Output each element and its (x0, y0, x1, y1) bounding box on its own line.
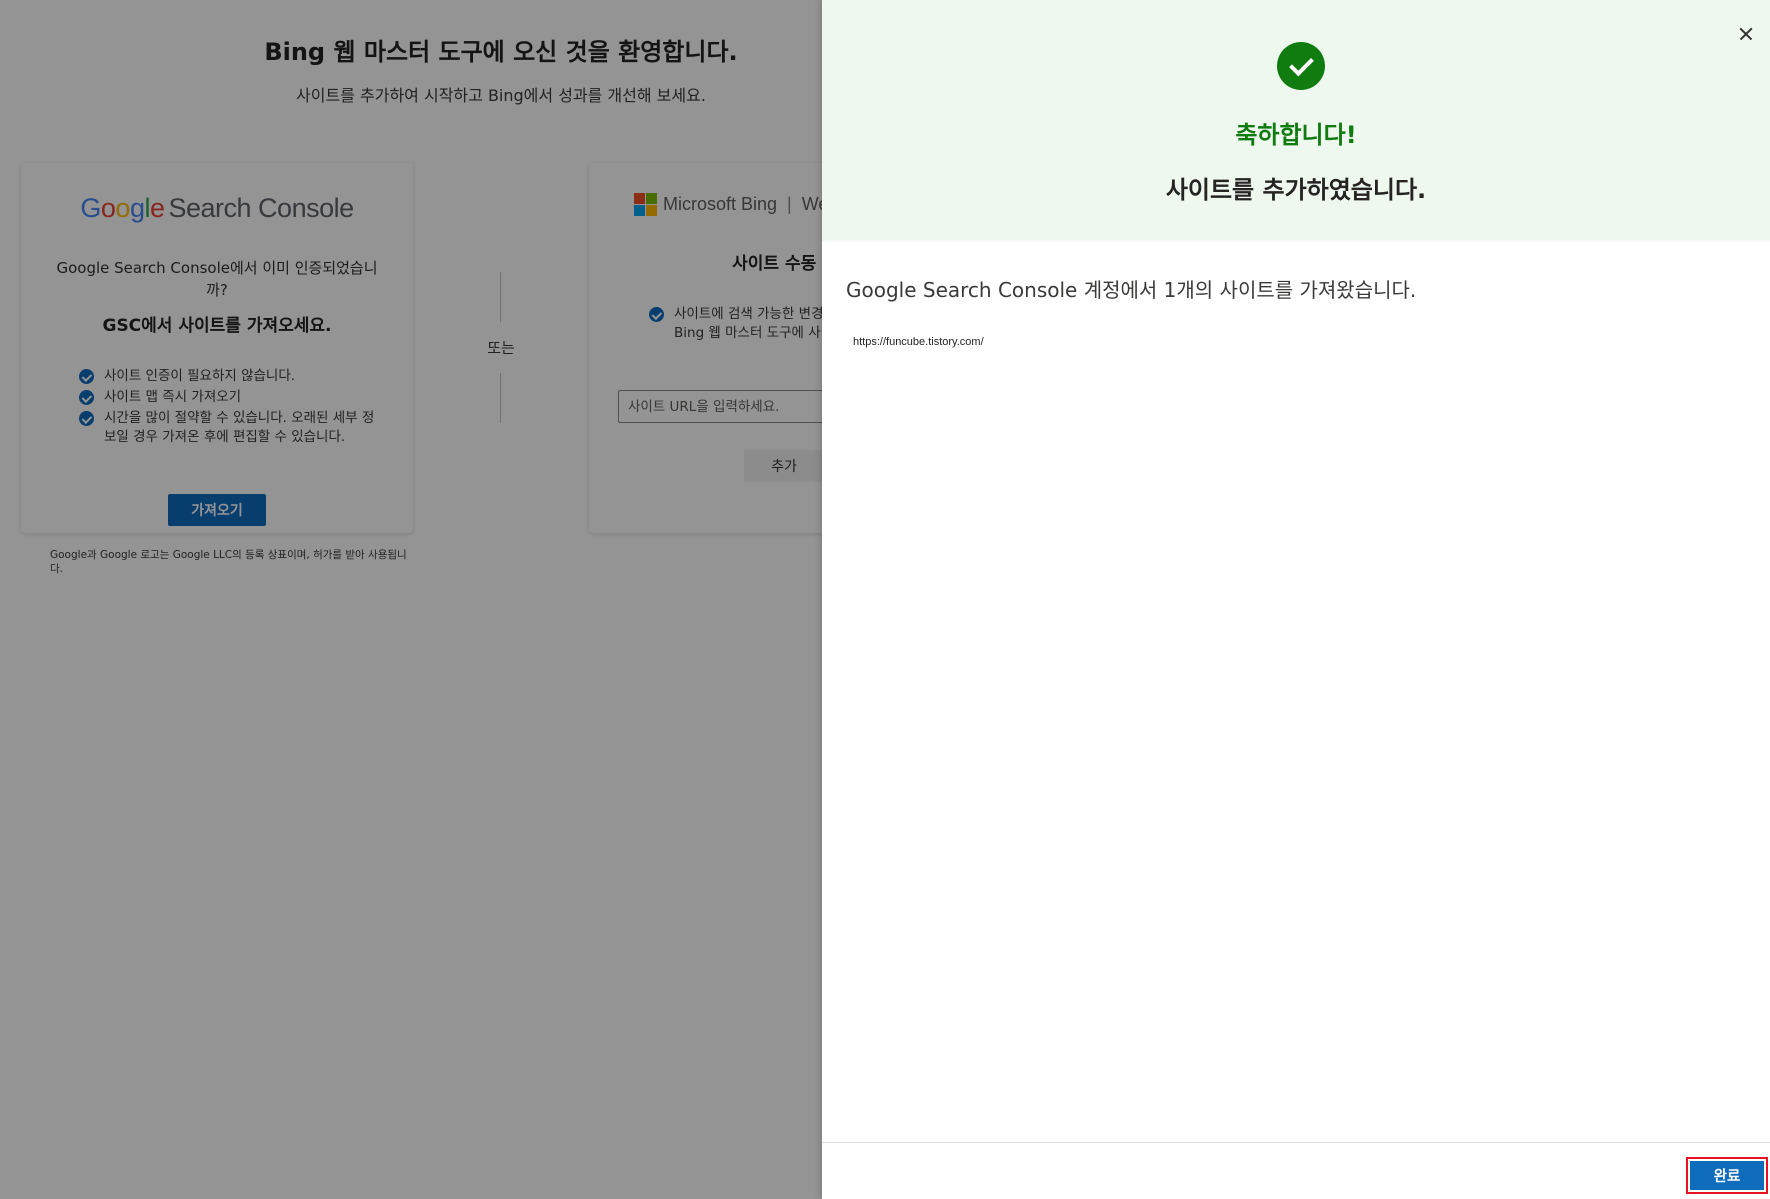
done-button-highlight: 완료 (1686, 1157, 1768, 1194)
congrats-title: 축하합니다! (1235, 121, 1357, 149)
success-header: 축하합니다! 사이트를 추가하였습니다. (822, 0, 1770, 241)
footer-divider (822, 1142, 1770, 1143)
close-icon[interactable] (1732, 20, 1760, 48)
done-button[interactable]: 완료 (1690, 1161, 1764, 1190)
success-panel: 축하합니다! 사이트를 추가하였습니다. Google Search Conso… (822, 0, 1770, 1199)
success-check-icon (1277, 42, 1325, 90)
site-added-title: 사이트를 추가하였습니다. (1165, 176, 1427, 204)
imported-site-url: https://funcube.tistory.com/ (853, 336, 984, 348)
imported-message: Google Search Console 계정에서 1개의 사이트를 가져왔습… (846, 278, 1417, 302)
